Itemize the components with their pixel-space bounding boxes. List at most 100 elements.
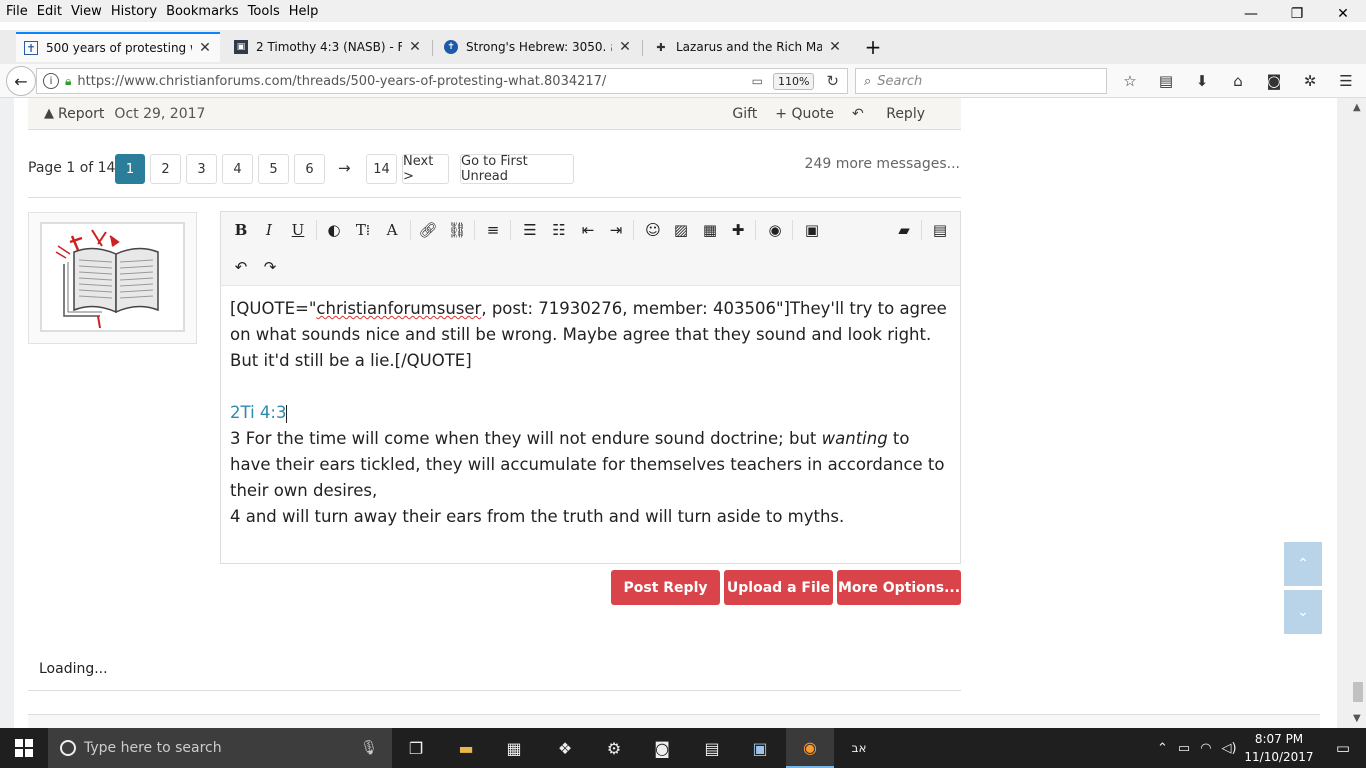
menu-tools[interactable]: Tools [248,4,280,19]
tab-strongs-hebrew[interactable]: ✝ Strong's Hebrew: 3050. יָהּ (Y ✕ [436,32,640,62]
tab-2-timothy[interactable]: ▣ 2 Timothy 4:3 (NASB) - For t ✕ [226,32,430,62]
italic-icon[interactable]: I [256,217,282,243]
next-page-button[interactable]: Next > [402,154,449,184]
home-icon[interactable]: ⌂ [1220,68,1256,94]
hebrew-keyboard-icon[interactable]: אב [835,728,883,768]
upload-file-button[interactable]: Upload a File [724,570,833,605]
file-explorer-icon[interactable]: ▬ [442,728,490,768]
image-icon[interactable]: ▨ [668,217,694,243]
page-4-button[interactable]: 4 [222,154,253,184]
editor-text[interactable]: [QUOTE="christianforumsuser, post: 71930… [230,296,954,530]
more-messages-link[interactable]: 249 more messages... [760,156,960,172]
menu-edit[interactable]: Edit [37,4,62,19]
volume-icon[interactable]: ◁) [1222,741,1237,756]
media-icon[interactable]: ▦ [697,217,723,243]
quote-link[interactable]: + Quote [775,106,834,122]
scroll-to-top-button[interactable]: ⌃ [1284,542,1322,586]
more-options-button[interactable]: More Options... [837,570,961,605]
bold-icon[interactable]: B [228,217,254,243]
battery-icon[interactable]: ▭ [1178,741,1190,756]
page-14-button[interactable]: 14 [366,154,397,184]
wifi-icon[interactable]: ◠ [1200,741,1211,756]
hamburger-menu-icon[interactable]: ☰ [1328,68,1364,94]
scroll-to-bottom-button[interactable]: ⌄ [1284,590,1322,634]
close-tab-icon[interactable]: ✕ [198,40,212,56]
camera-app-icon[interactable]: ◙ [638,728,686,768]
reload-icon[interactable]: ↻ [826,72,839,90]
tab-lazarus[interactable]: ✚ Lazarus and the Rich Man - I ✕ [646,32,850,62]
tray-chevron-icon[interactable]: ⌃ [1157,741,1168,756]
page-5-button[interactable]: 5 [258,154,289,184]
bullet-list-icon[interactable]: ☰ [517,217,543,243]
store-icon[interactable]: ▦ [490,728,538,768]
font-family-icon[interactable]: A [379,217,405,243]
first-unread-button[interactable]: Go to First Unread [460,154,574,184]
close-window-button[interactable]: ✕ [1320,0,1366,28]
menu-file[interactable]: File [6,4,28,19]
bookmark-star-icon[interactable]: ☆ [1112,68,1148,94]
taskbar-search[interactable]: Type here to search 🎙︎ [48,728,392,768]
numbered-list-icon[interactable]: ☷ [546,217,572,243]
firefox-icon[interactable]: ◉ [786,728,834,768]
outdent-icon[interactable]: ⇤ [575,217,601,243]
minimize-button[interactable]: — [1228,0,1274,28]
page-scrollbar[interactable]: ▲ ▼ [1350,98,1366,728]
align-icon[interactable]: ≡ [480,217,506,243]
tab-500-years[interactable]: ✝ 500 years of protesting what ✕ [16,32,220,62]
smiley-icon[interactable]: ☺ [640,217,666,243]
underline-icon[interactable]: U [285,217,311,243]
zoom-level[interactable]: 110% [772,72,815,90]
close-tab-icon[interactable]: ✕ [618,39,632,55]
menu-bookmarks[interactable]: Bookmarks [166,4,239,19]
menu-history[interactable]: History [111,4,157,19]
unlink-icon[interactable]: ⛓ [444,217,470,243]
scroll-down-icon[interactable]: ▼ [1353,713,1361,724]
redo-icon[interactable]: ↷ [257,254,283,280]
page-3-button[interactable]: 3 [186,154,217,184]
close-tab-icon[interactable]: ✕ [828,39,842,55]
dropbox-icon[interactable]: ❖ [541,728,589,768]
insert-icon[interactable]: ✚ [725,217,751,243]
report-link[interactable]: Report [58,106,104,122]
scripture-reference[interactable]: 2Ti 4:3 [230,403,286,422]
font-size-icon[interactable]: T⁞ [350,217,376,243]
camera-icon[interactable]: ◉ [762,217,788,243]
url-bar[interactable]: i 🔒︎ https://www.christianforums.com/thr… [36,68,848,94]
pocket-icon[interactable]: ◙ [1256,68,1292,94]
url-text[interactable]: https://www.christianforums.com/threads/… [77,74,751,89]
info-icon[interactable]: i [43,73,59,89]
reader-view-icon[interactable]: ▭ [752,74,763,88]
task-view-icon[interactable]: ❐ [392,728,440,768]
back-button[interactable]: ← [6,66,36,96]
page-6-button[interactable]: 6 [294,154,325,184]
reading-list-icon[interactable]: ▤ [1148,68,1184,94]
post-reply-button[interactable]: Post Reply [611,570,720,605]
extension-icon[interactable]: ✲ [1292,68,1328,94]
gift-link[interactable]: Gift [732,106,757,122]
save-draft-icon[interactable]: ▣ [799,217,825,243]
search-bar[interactable]: ⌕ Search [855,68,1107,94]
restore-button[interactable]: ❐ [1274,0,1320,28]
close-tab-icon[interactable]: ✕ [408,39,422,55]
menu-help[interactable]: Help [289,4,319,19]
settings-gear-icon[interactable]: ⚙ [590,728,638,768]
calculator-icon[interactable]: ▤ [688,728,736,768]
action-center-icon[interactable]: ▭ [1320,728,1366,768]
post-date[interactable]: Oct 29, 2017 [114,106,205,122]
avatar[interactable] [40,222,185,332]
new-tab-button[interactable]: + [862,35,884,59]
menu-view[interactable]: View [71,4,102,19]
undo-icon[interactable]: ↶ [228,254,254,280]
page-1-button[interactable]: 1 [115,154,145,184]
taskbar-clock[interactable]: 8:07 PM 11/10/2017 [1244,730,1314,766]
page-2-button[interactable]: 2 [150,154,181,184]
reply-link[interactable]: ↶ Reply [852,106,943,122]
scroll-up-icon[interactable]: ▲ [1353,102,1361,113]
indent-icon[interactable]: ⇥ [603,217,629,243]
link-icon[interactable]: 🔗︎ [415,217,441,243]
scrollbar-thumb[interactable] [1353,682,1363,702]
start-button[interactable] [0,728,48,768]
microphone-icon[interactable]: 🎙︎ [360,740,378,756]
download-icon[interactable]: ⬇ [1184,68,1220,94]
source-view-icon[interactable]: ▤ [927,217,953,243]
